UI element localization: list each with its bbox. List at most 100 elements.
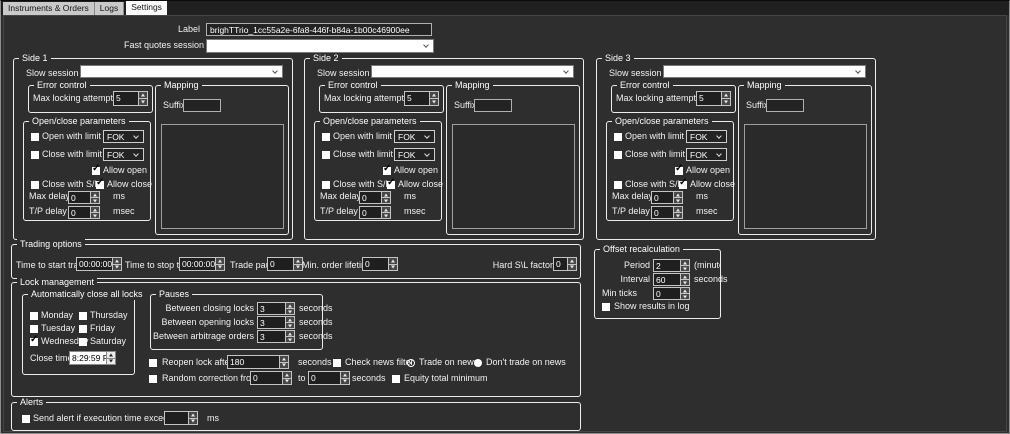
- tp-delay-spinner[interactable]: 0: [68, 206, 100, 219]
- slow-session-select[interactable]: [80, 65, 283, 78]
- mapping-listbox[interactable]: [161, 124, 284, 229]
- spinner-down-button[interactable]: [430, 98, 438, 105]
- close-with-sl-checkbox[interactable]: [614, 181, 622, 189]
- close-with-limit-checkbox[interactable]: [322, 151, 330, 159]
- spinner-down-button[interactable]: [722, 98, 730, 105]
- spinner-down-button[interactable]: [382, 212, 390, 218]
- spinner-buttons: [673, 192, 682, 203]
- mapping-listbox[interactable]: [452, 124, 575, 229]
- close-time-picker[interactable]: 8:29:59 P: [69, 351, 116, 365]
- spinner-down-button[interactable]: [681, 293, 689, 299]
- spinner-down-button[interactable]: [216, 264, 224, 271]
- close-with-limit-mode-select[interactable]: FOK: [686, 148, 727, 161]
- close-with-sl-checkbox[interactable]: [31, 181, 39, 189]
- close-with-sl-checkbox[interactable]: [322, 181, 330, 189]
- send-alert-threshold-spinner[interactable]: [164, 411, 198, 425]
- spinner-down-button[interactable]: [91, 197, 99, 203]
- reopen-lock-checkbox[interactable]: [149, 359, 157, 367]
- spinner-down-button[interactable]: [189, 418, 197, 425]
- show-results-checkbox[interactable]: [602, 303, 610, 311]
- open-with-limit-mode-select[interactable]: FOK: [686, 130, 727, 143]
- day-thursday-checkbox[interactable]: [79, 312, 87, 320]
- between-arbitrage-orders-spinner[interactable]: 3: [257, 330, 295, 343]
- fast-quotes-session-select[interactable]: [206, 39, 434, 53]
- tab-settings[interactable]: Settings: [126, 1, 167, 15]
- open-with-limit-checkbox[interactable]: [31, 133, 39, 141]
- tp-delay-spinner[interactable]: 0: [359, 206, 391, 219]
- spinner-down-button[interactable]: [286, 308, 294, 314]
- spinner-down-button[interactable]: [286, 322, 294, 328]
- interval-spinner[interactable]: 60: [653, 273, 690, 286]
- slow-session-select[interactable]: [663, 65, 866, 78]
- allow-open-checkbox[interactable]: [92, 167, 100, 175]
- day-monday-checkbox[interactable]: [30, 312, 38, 320]
- spinner-down-button[interactable]: [107, 358, 115, 365]
- max-locking-attempts-spinner[interactable]: 5: [113, 91, 148, 106]
- spinner-down-button[interactable]: [91, 212, 99, 218]
- spinner-down-button[interactable]: [674, 212, 682, 218]
- min-ticks-spinner[interactable]: 0: [653, 287, 690, 300]
- spinner-down-button[interactable]: [681, 279, 689, 285]
- random-correction-checkbox[interactable]: [149, 375, 157, 383]
- allow-close-checkbox[interactable]: [387, 181, 395, 189]
- tab-logs[interactable]: Logs: [95, 2, 124, 15]
- period-spinner[interactable]: 2: [653, 259, 690, 272]
- close-with-limit-mode-select[interactable]: FOK: [103, 148, 144, 161]
- allow-open-checkbox[interactable]: [675, 167, 683, 175]
- slow-session-select[interactable]: [371, 65, 574, 78]
- spinner-down-button[interactable]: [382, 197, 390, 203]
- allow-open-checkbox[interactable]: [383, 167, 391, 175]
- between-closing-locks-spinner[interactable]: 3: [257, 302, 295, 315]
- allow-close-checkbox[interactable]: [679, 181, 687, 189]
- equity-total-minimum-checkbox[interactable]: [392, 375, 400, 383]
- spinner-down-button[interactable]: [113, 264, 121, 271]
- day-wednesday-checkbox[interactable]: [30, 338, 38, 346]
- close-with-limit-mode-select[interactable]: FOK: [394, 148, 435, 161]
- spinner-down-button[interactable]: [389, 264, 397, 271]
- spinner-down-button[interactable]: [341, 378, 349, 385]
- day-tuesday-checkbox[interactable]: [30, 325, 38, 333]
- max-locking-attempts-spinner[interactable]: 5: [696, 91, 731, 106]
- close-with-limit-checkbox[interactable]: [614, 151, 622, 159]
- spinner-down-button[interactable]: [294, 264, 302, 271]
- reopen-lock-spinner[interactable]: 180: [227, 355, 289, 369]
- hard-sl-factor-spinner[interactable]: 0: [553, 257, 577, 271]
- dont-trade-on-news-radio[interactable]: [474, 359, 482, 367]
- spinner-down-button[interactable]: [283, 378, 291, 385]
- day-friday-checkbox[interactable]: [79, 325, 87, 333]
- spinner-down-button[interactable]: [568, 264, 576, 271]
- time-to-stop-spinner[interactable]: 00:00:00: [179, 257, 225, 271]
- max-delay-spinner[interactable]: 0: [359, 191, 391, 204]
- trade-pause-spinner[interactable]: 0: [267, 257, 303, 271]
- between-opening-locks-spinner[interactable]: 3: [257, 316, 295, 329]
- max-delay-spinner[interactable]: 0: [68, 191, 100, 204]
- open-with-limit-mode-select[interactable]: FOK: [394, 130, 435, 143]
- allow-close-checkbox[interactable]: [96, 181, 104, 189]
- spinner-down-button[interactable]: [286, 336, 294, 342]
- suffix-input[interactable]: [766, 99, 804, 112]
- suffix-input[interactable]: [183, 99, 221, 112]
- mapping-listbox[interactable]: [744, 124, 867, 229]
- random-to-spinner[interactable]: 0: [308, 371, 350, 385]
- min-order-lifetime-spinner[interactable]: 0: [362, 257, 398, 271]
- time-to-start-spinner[interactable]: 00:00:00: [76, 257, 122, 271]
- day-saturday-checkbox[interactable]: [79, 338, 87, 346]
- tp-delay-spinner[interactable]: 0: [651, 206, 683, 219]
- send-alert-checkbox[interactable]: [22, 415, 30, 423]
- close-with-limit-checkbox[interactable]: [31, 151, 39, 159]
- spinner-down-button[interactable]: [681, 265, 689, 271]
- spinner-down-button[interactable]: [674, 197, 682, 203]
- open-with-limit-mode-select[interactable]: FOK: [103, 130, 144, 143]
- label-input[interactable]: brighTTrio_1cc55a2e-6fa8-446f-b84a-1b00c…: [206, 23, 432, 36]
- check-news-filter-checkbox[interactable]: [333, 359, 341, 367]
- open-with-limit-checkbox[interactable]: [614, 133, 622, 141]
- trade-on-news-radio[interactable]: [407, 359, 415, 367]
- max-locking-attempts-spinner[interactable]: 5: [404, 91, 439, 106]
- suffix-input[interactable]: [474, 99, 512, 112]
- tab-instruments-orders[interactable]: Instruments & Orders: [3, 2, 95, 15]
- open-with-limit-checkbox[interactable]: [322, 133, 330, 141]
- spinner-down-button[interactable]: [139, 98, 147, 105]
- max-delay-spinner[interactable]: 0: [651, 191, 683, 204]
- spinner-down-button[interactable]: [280, 362, 288, 369]
- random-from-spinner[interactable]: 0: [250, 371, 292, 385]
